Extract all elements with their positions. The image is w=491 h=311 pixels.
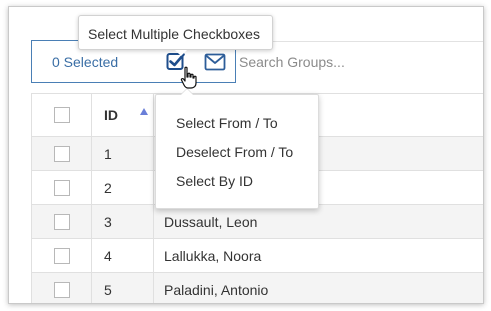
row-name: Paladini, Antonio (164, 281, 269, 298)
row-checkbox-cell (32, 137, 92, 170)
row-checkbox-cell (32, 273, 92, 303)
row-id-cell: 4 (92, 239, 154, 272)
select-options-menu: Select From / To Deselect From / To Sele… (155, 88, 319, 209)
row-id: 5 (104, 281, 112, 298)
tooltip: Select Multiple Checkboxes (78, 15, 273, 56)
row-id: 1 (104, 145, 112, 162)
row-id-cell: 5 (92, 273, 154, 303)
row-checkbox[interactable] (54, 213, 70, 230)
menu-item-deselect-from-to[interactable]: Deselect From / To (176, 144, 293, 160)
id-header-label[interactable]: ID (104, 107, 118, 123)
select-all-checkbox[interactable] (54, 107, 70, 123)
sort-ascending-icon[interactable] (140, 108, 148, 115)
hand-cursor-icon (180, 66, 198, 90)
row-checkbox-cell (32, 171, 92, 204)
row-checkbox[interactable] (54, 247, 70, 264)
row-id-cell: 2 (92, 171, 154, 204)
tooltip-arrow (175, 50, 187, 56)
row-checkbox-cell (32, 239, 92, 272)
row-id: 2 (104, 179, 112, 196)
row-name: Lallukka, Noora (164, 247, 262, 264)
selected-count-label: 0 Selected (52, 54, 119, 70)
row-name: Dussault, Leon (164, 213, 258, 230)
id-column-header[interactable]: ID (92, 94, 154, 136)
search-input[interactable] (239, 51, 479, 73)
row-checkbox[interactable] (54, 281, 70, 298)
select-all-cell (32, 94, 92, 136)
envelope-icon[interactable] (204, 53, 226, 71)
row-id: 3 (104, 213, 112, 230)
menu-item-select-by-id[interactable]: Select By ID (176, 173, 253, 189)
row-checkbox[interactable] (54, 179, 70, 196)
menu-item-select-from-to[interactable]: Select From / To (176, 115, 278, 131)
row-id-cell: 1 (92, 137, 154, 170)
table-row: 3 Dussault, Leon (31, 205, 483, 239)
row-id-cell: 3 (92, 205, 154, 238)
table-row: 4 Lallukka, Noora (31, 239, 483, 273)
table-row: 5 Paladini, Antonio (31, 273, 483, 303)
row-checkbox[interactable] (54, 145, 70, 162)
tooltip-text: Select Multiple Checkboxes (88, 26, 260, 42)
row-checkbox-cell (32, 205, 92, 238)
toolbar-divider (237, 41, 483, 42)
row-id: 4 (104, 247, 112, 264)
